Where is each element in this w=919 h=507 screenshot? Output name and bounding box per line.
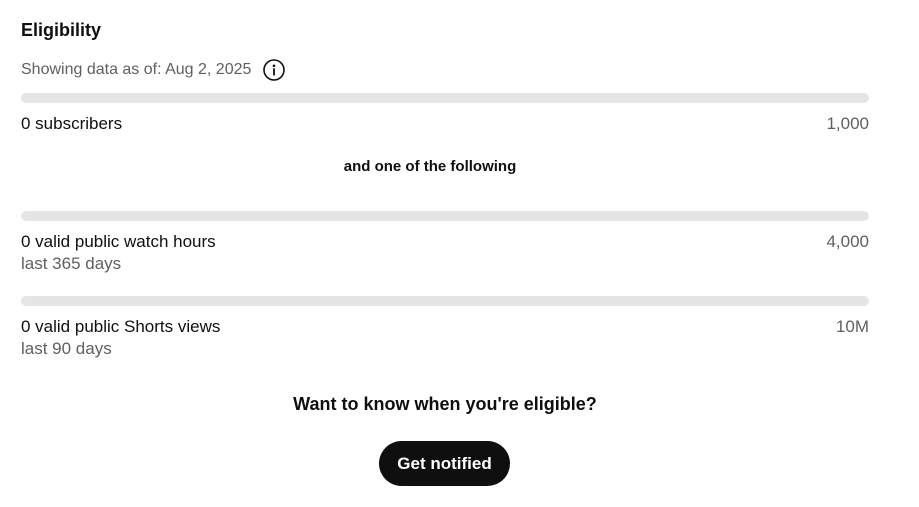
subscribers-progress-bar xyxy=(21,93,869,103)
shorts-views-period: last 90 days xyxy=(21,339,112,358)
data-as-of-row: Showing data as of: Aug 2, 2025 xyxy=(21,59,286,81)
watch-hours-target: 4,000 xyxy=(826,232,869,251)
watch-hours-period: last 365 days xyxy=(21,254,122,273)
subscribers-count: 0 subscribers xyxy=(21,114,123,133)
shorts-views-progress-bar xyxy=(21,296,869,306)
eligibility-title: Eligibility xyxy=(21,20,102,40)
shorts-views-target: 10M xyxy=(835,317,869,336)
subscribers-target: 1,000 xyxy=(826,114,869,133)
watch-hours-count: 0 valid public watch hours xyxy=(21,232,216,251)
notify-prompt: Want to know when you're eligible? xyxy=(293,394,597,414)
data-as-of-text: Showing data as of: Aug 2, 2025 xyxy=(21,61,252,78)
shorts-views-count: 0 valid public Shorts views xyxy=(21,317,221,336)
requirement-divider-text: and one of the following xyxy=(343,158,517,175)
info-icon[interactable] xyxy=(263,59,286,81)
watch-hours-progress-bar xyxy=(21,211,869,221)
get-notified-button[interactable]: Get notified xyxy=(379,441,510,486)
